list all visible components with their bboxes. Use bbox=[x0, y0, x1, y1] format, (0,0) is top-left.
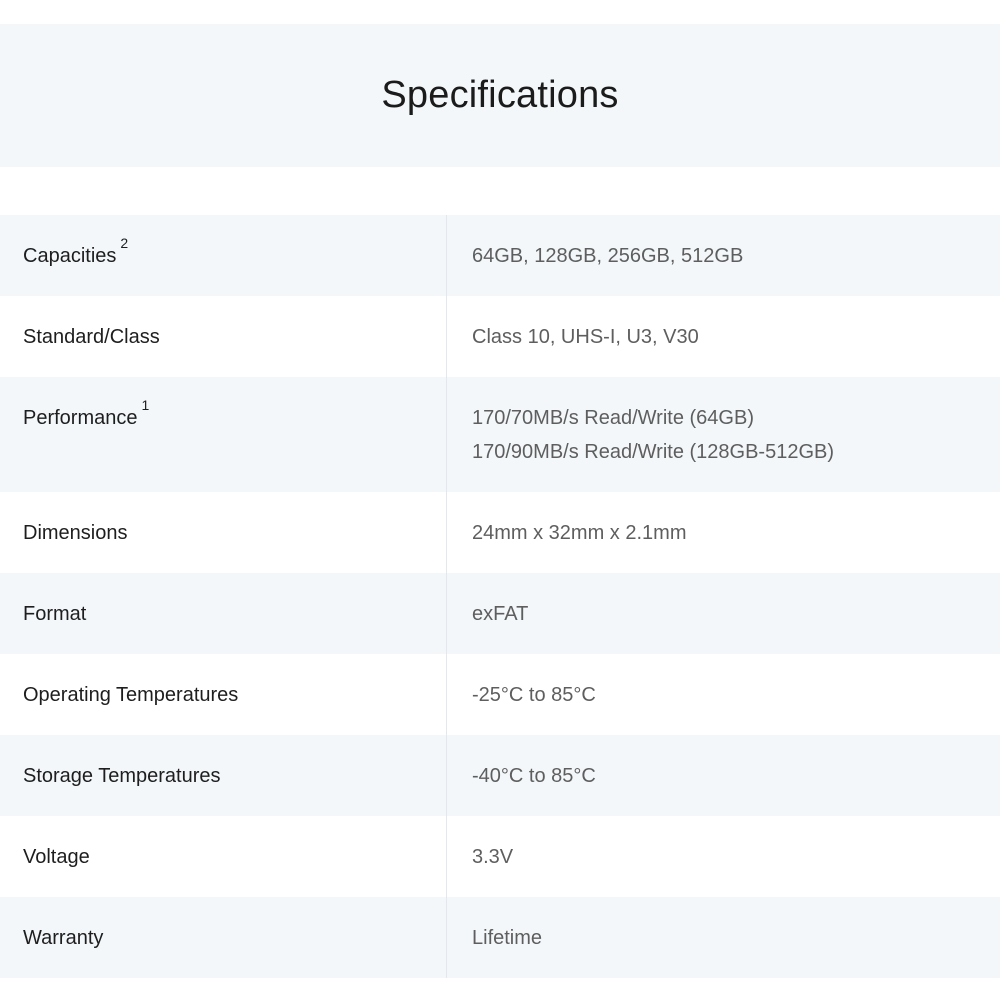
specifications-table: Capacities 2 64GB, 128GB, 256GB, 512GB S… bbox=[0, 215, 1000, 978]
spec-label: Dimensions bbox=[23, 522, 128, 544]
spec-label-cell: Capacities 2 bbox=[0, 215, 447, 296]
spec-label-cell: Performance 1 bbox=[0, 377, 447, 492]
spec-label: Format bbox=[23, 603, 87, 625]
spec-label: Voltage bbox=[23, 846, 90, 868]
spec-row-voltage: Voltage 3.3V bbox=[0, 816, 1000, 897]
spec-value-cell: 64GB, 128GB, 256GB, 512GB bbox=[447, 215, 1000, 296]
spec-label: Storage Temperatures bbox=[23, 765, 221, 787]
spec-row-capacities: Capacities 2 64GB, 128GB, 256GB, 512GB bbox=[0, 215, 1000, 296]
spec-label-cell: Warranty bbox=[0, 897, 447, 978]
spec-label-cell: Operating Temperatures bbox=[0, 654, 447, 735]
spec-value-cell: exFAT bbox=[447, 573, 1000, 654]
page-title: Specifications bbox=[381, 74, 619, 116]
specifications-header: Specifications bbox=[0, 24, 1000, 167]
footnote-marker: 1 bbox=[141, 397, 150, 413]
spec-value: -40°C to 85°C bbox=[472, 765, 596, 787]
spec-label-cell: Voltage bbox=[0, 816, 447, 897]
spec-row-dimensions: Dimensions 24mm x 32mm x 2.1mm bbox=[0, 492, 1000, 573]
spec-value: -25°C to 85°C bbox=[472, 684, 596, 706]
spec-label: Operating Temperatures bbox=[23, 684, 239, 706]
spec-label-cell: Standard/Class bbox=[0, 296, 447, 377]
spec-label: Capacities bbox=[23, 245, 117, 267]
spec-row-standard-class: Standard/Class Class 10, UHS-I, U3, V30 bbox=[0, 296, 1000, 377]
spec-value-cell: -25°C to 85°C bbox=[447, 654, 1000, 735]
spec-value-cell: Lifetime bbox=[447, 897, 1000, 978]
spec-label-cell: Storage Temperatures bbox=[0, 735, 447, 816]
spec-value: 170/90MB/s Read/Write (128GB-512GB) bbox=[472, 441, 835, 463]
spec-value: 64GB, 128GB, 256GB, 512GB bbox=[472, 245, 744, 267]
spec-row-warranty: Warranty Lifetime bbox=[0, 897, 1000, 978]
spec-row-storage-temperatures: Storage Temperatures -40°C to 85°C bbox=[0, 735, 1000, 816]
spec-label-cell: Format bbox=[0, 573, 447, 654]
footnote-marker: 2 bbox=[120, 235, 129, 251]
spec-value: 3.3V bbox=[472, 846, 514, 868]
spec-label-cell: Dimensions bbox=[0, 492, 447, 573]
spec-value-cell: Class 10, UHS-I, U3, V30 bbox=[447, 296, 1000, 377]
spec-value: exFAT bbox=[472, 603, 529, 625]
spec-row-performance: Performance 1 170/70MB/s Read/Write (64G… bbox=[0, 377, 1000, 492]
spec-value: 170/70MB/s Read/Write (64GB) bbox=[472, 407, 754, 429]
spec-row-operating-temperatures: Operating Temperatures -25°C to 85°C bbox=[0, 654, 1000, 735]
spec-value: 24mm x 32mm x 2.1mm bbox=[472, 522, 687, 544]
spec-value: Class 10, UHS-I, U3, V30 bbox=[472, 326, 699, 348]
spec-label: Performance bbox=[23, 407, 138, 429]
spec-value-cell: 3.3V bbox=[447, 816, 1000, 897]
spec-row-format: Format exFAT bbox=[0, 573, 1000, 654]
spec-label: Warranty bbox=[23, 927, 104, 949]
spec-value-cell: -40°C to 85°C bbox=[447, 735, 1000, 816]
spec-value: Lifetime bbox=[472, 927, 543, 949]
spec-value-cell: 170/70MB/s Read/Write (64GB) 170/90MB/s … bbox=[447, 377, 1000, 492]
spec-label: Standard/Class bbox=[23, 326, 160, 348]
spec-value-cell: 24mm x 32mm x 2.1mm bbox=[447, 492, 1000, 573]
